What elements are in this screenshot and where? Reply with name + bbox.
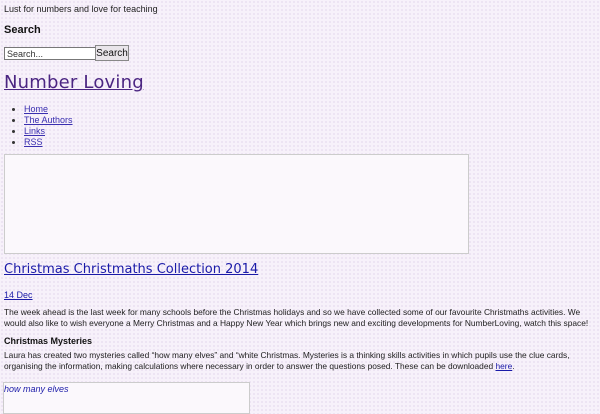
post-date-link[interactable]: 14 Dec	[4, 290, 33, 300]
embedded-document-title[interactable]: how many elves	[4, 384, 69, 394]
nav-item-authors: The Authors	[24, 115, 73, 126]
post-title-link[interactable]: Christmas Christmaths Collection 2014	[4, 262, 258, 277]
nav-item-links: Links	[24, 126, 73, 137]
nav-link-home[interactable]: Home	[24, 104, 48, 114]
post-paragraph-intro: The week ahead is the last week for many…	[4, 307, 589, 328]
search-heading: Search	[4, 24, 41, 36]
post-paragraph-mysteries: Laura has created two mysteries called “…	[4, 350, 594, 372]
main-nav: Home The Authors Links RSS	[8, 104, 73, 148]
search-button[interactable]: Search	[95, 45, 129, 61]
post-subheading: Christmas Mysteries	[4, 336, 93, 346]
nav-link-authors[interactable]: The Authors	[24, 115, 73, 125]
search-input[interactable]	[4, 47, 96, 60]
nav-link-rss[interactable]: RSS	[24, 137, 43, 147]
site-tagline: Lust for numbers and love for teaching	[4, 4, 158, 14]
paragraph-end: .	[512, 361, 515, 371]
nav-link-links[interactable]: Links	[24, 126, 45, 136]
banner-placeholder	[4, 154, 469, 254]
nav-item-home: Home	[24, 104, 73, 115]
paragraph-text: Laura has created two mysteries called “…	[4, 350, 570, 371]
download-link[interactable]: here	[495, 361, 512, 371]
nav-item-rss: RSS	[24, 137, 73, 148]
site-title-link[interactable]: Number Loving	[4, 72, 144, 93]
